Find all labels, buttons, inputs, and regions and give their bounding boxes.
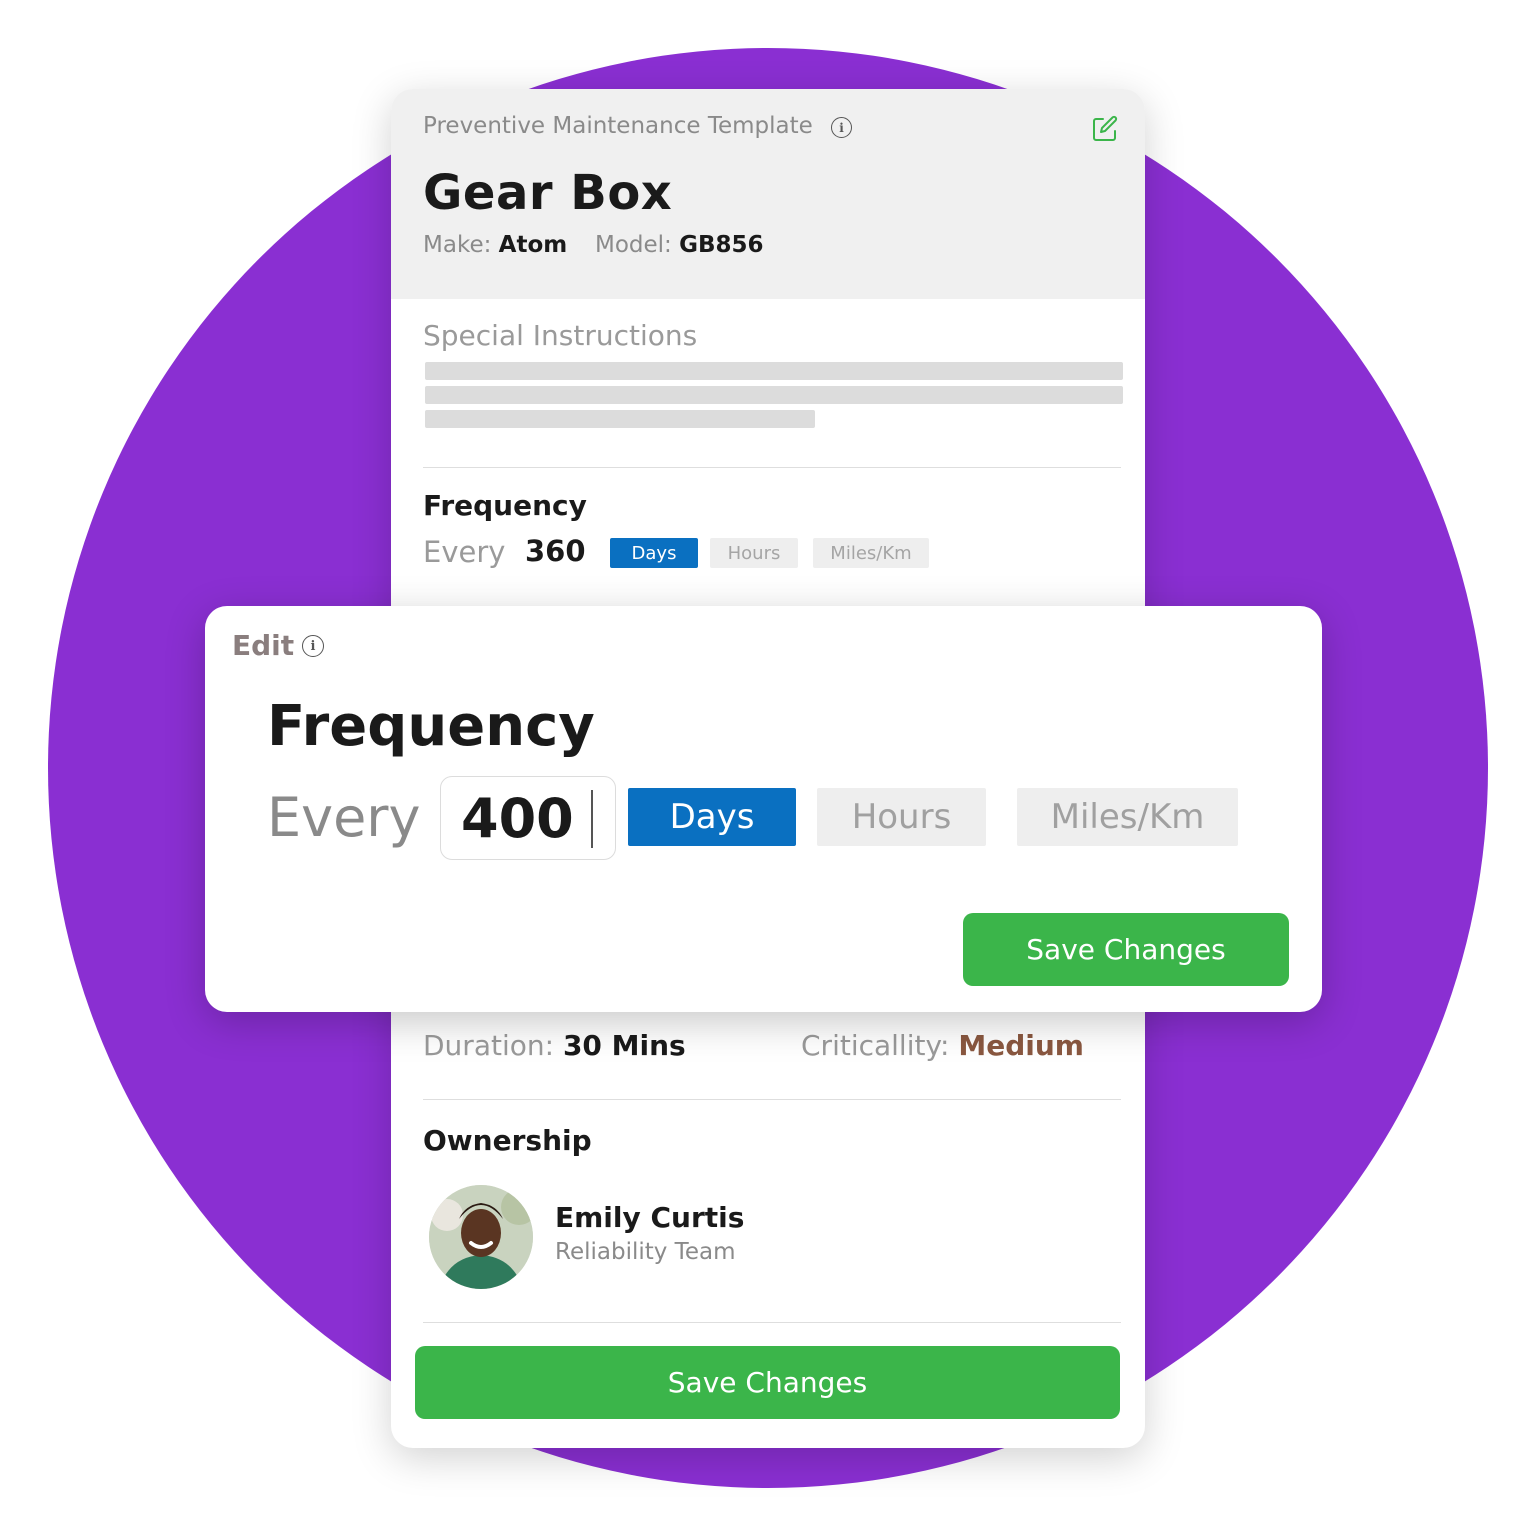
popup-save-changes-button[interactable]: Save Changes: [963, 913, 1289, 986]
criticality-info: Criticallity: Medium: [801, 1029, 1084, 1062]
special-instructions-title: Special Instructions: [423, 319, 698, 352]
make-label: Make:: [423, 232, 492, 258]
criticality-value: Medium: [958, 1029, 1084, 1062]
divider: [423, 467, 1121, 468]
instruction-placeholder-line: [425, 410, 815, 428]
duration-label: Duration:: [423, 1029, 555, 1062]
model-info: Model: GB856: [595, 232, 764, 258]
popup-frequency-title: Frequency: [267, 694, 595, 759]
save-changes-button[interactable]: Save Changes: [415, 1346, 1120, 1419]
owner-name: Emily Curtis: [555, 1201, 745, 1234]
info-icon[interactable]: i: [302, 635, 324, 657]
popup-unit-hours-button[interactable]: Hours: [817, 788, 986, 846]
duration-info: Duration: 30 Mins: [423, 1029, 686, 1062]
info-icon[interactable]: i: [831, 117, 852, 138]
unit-hours-button[interactable]: Hours: [710, 538, 798, 568]
divider: [423, 1099, 1121, 1100]
criticality-label: Criticallity:: [801, 1029, 950, 1062]
frequency-input[interactable]: [440, 776, 616, 860]
template-label: Preventive Maintenance Template: [423, 113, 813, 139]
asset-name: Gear Box: [423, 165, 673, 221]
owner-team: Reliability Team: [555, 1239, 736, 1265]
ownership-title: Ownership: [423, 1124, 592, 1157]
frequency-value: 360: [525, 534, 586, 568]
unit-days-button[interactable]: Days: [610, 538, 698, 568]
edit-label: Edit: [232, 629, 295, 662]
instruction-placeholder-line: [425, 386, 1123, 404]
popup-every-label: Every: [267, 786, 421, 849]
model-value: GB856: [679, 232, 764, 258]
every-label: Every: [423, 535, 506, 569]
text-cursor: [591, 790, 593, 848]
make-info: Make: Atom: [423, 232, 567, 258]
instruction-placeholder-line: [425, 362, 1123, 380]
avatar: [429, 1185, 533, 1289]
edit-frequency-popup: Edit i Frequency Every Days Hours Miles/…: [205, 606, 1322, 1012]
make-value: Atom: [498, 232, 568, 258]
popup-unit-miles-button[interactable]: Miles/Km: [1017, 788, 1238, 846]
frequency-title: Frequency: [423, 489, 587, 522]
duration-value: 30 Mins: [562, 1029, 686, 1062]
divider: [423, 1322, 1121, 1323]
popup-unit-days-button[interactable]: Days: [628, 788, 796, 846]
model-label: Model:: [595, 232, 672, 258]
unit-miles-button[interactable]: Miles/Km: [813, 538, 929, 568]
edit-icon[interactable]: [1089, 113, 1121, 145]
